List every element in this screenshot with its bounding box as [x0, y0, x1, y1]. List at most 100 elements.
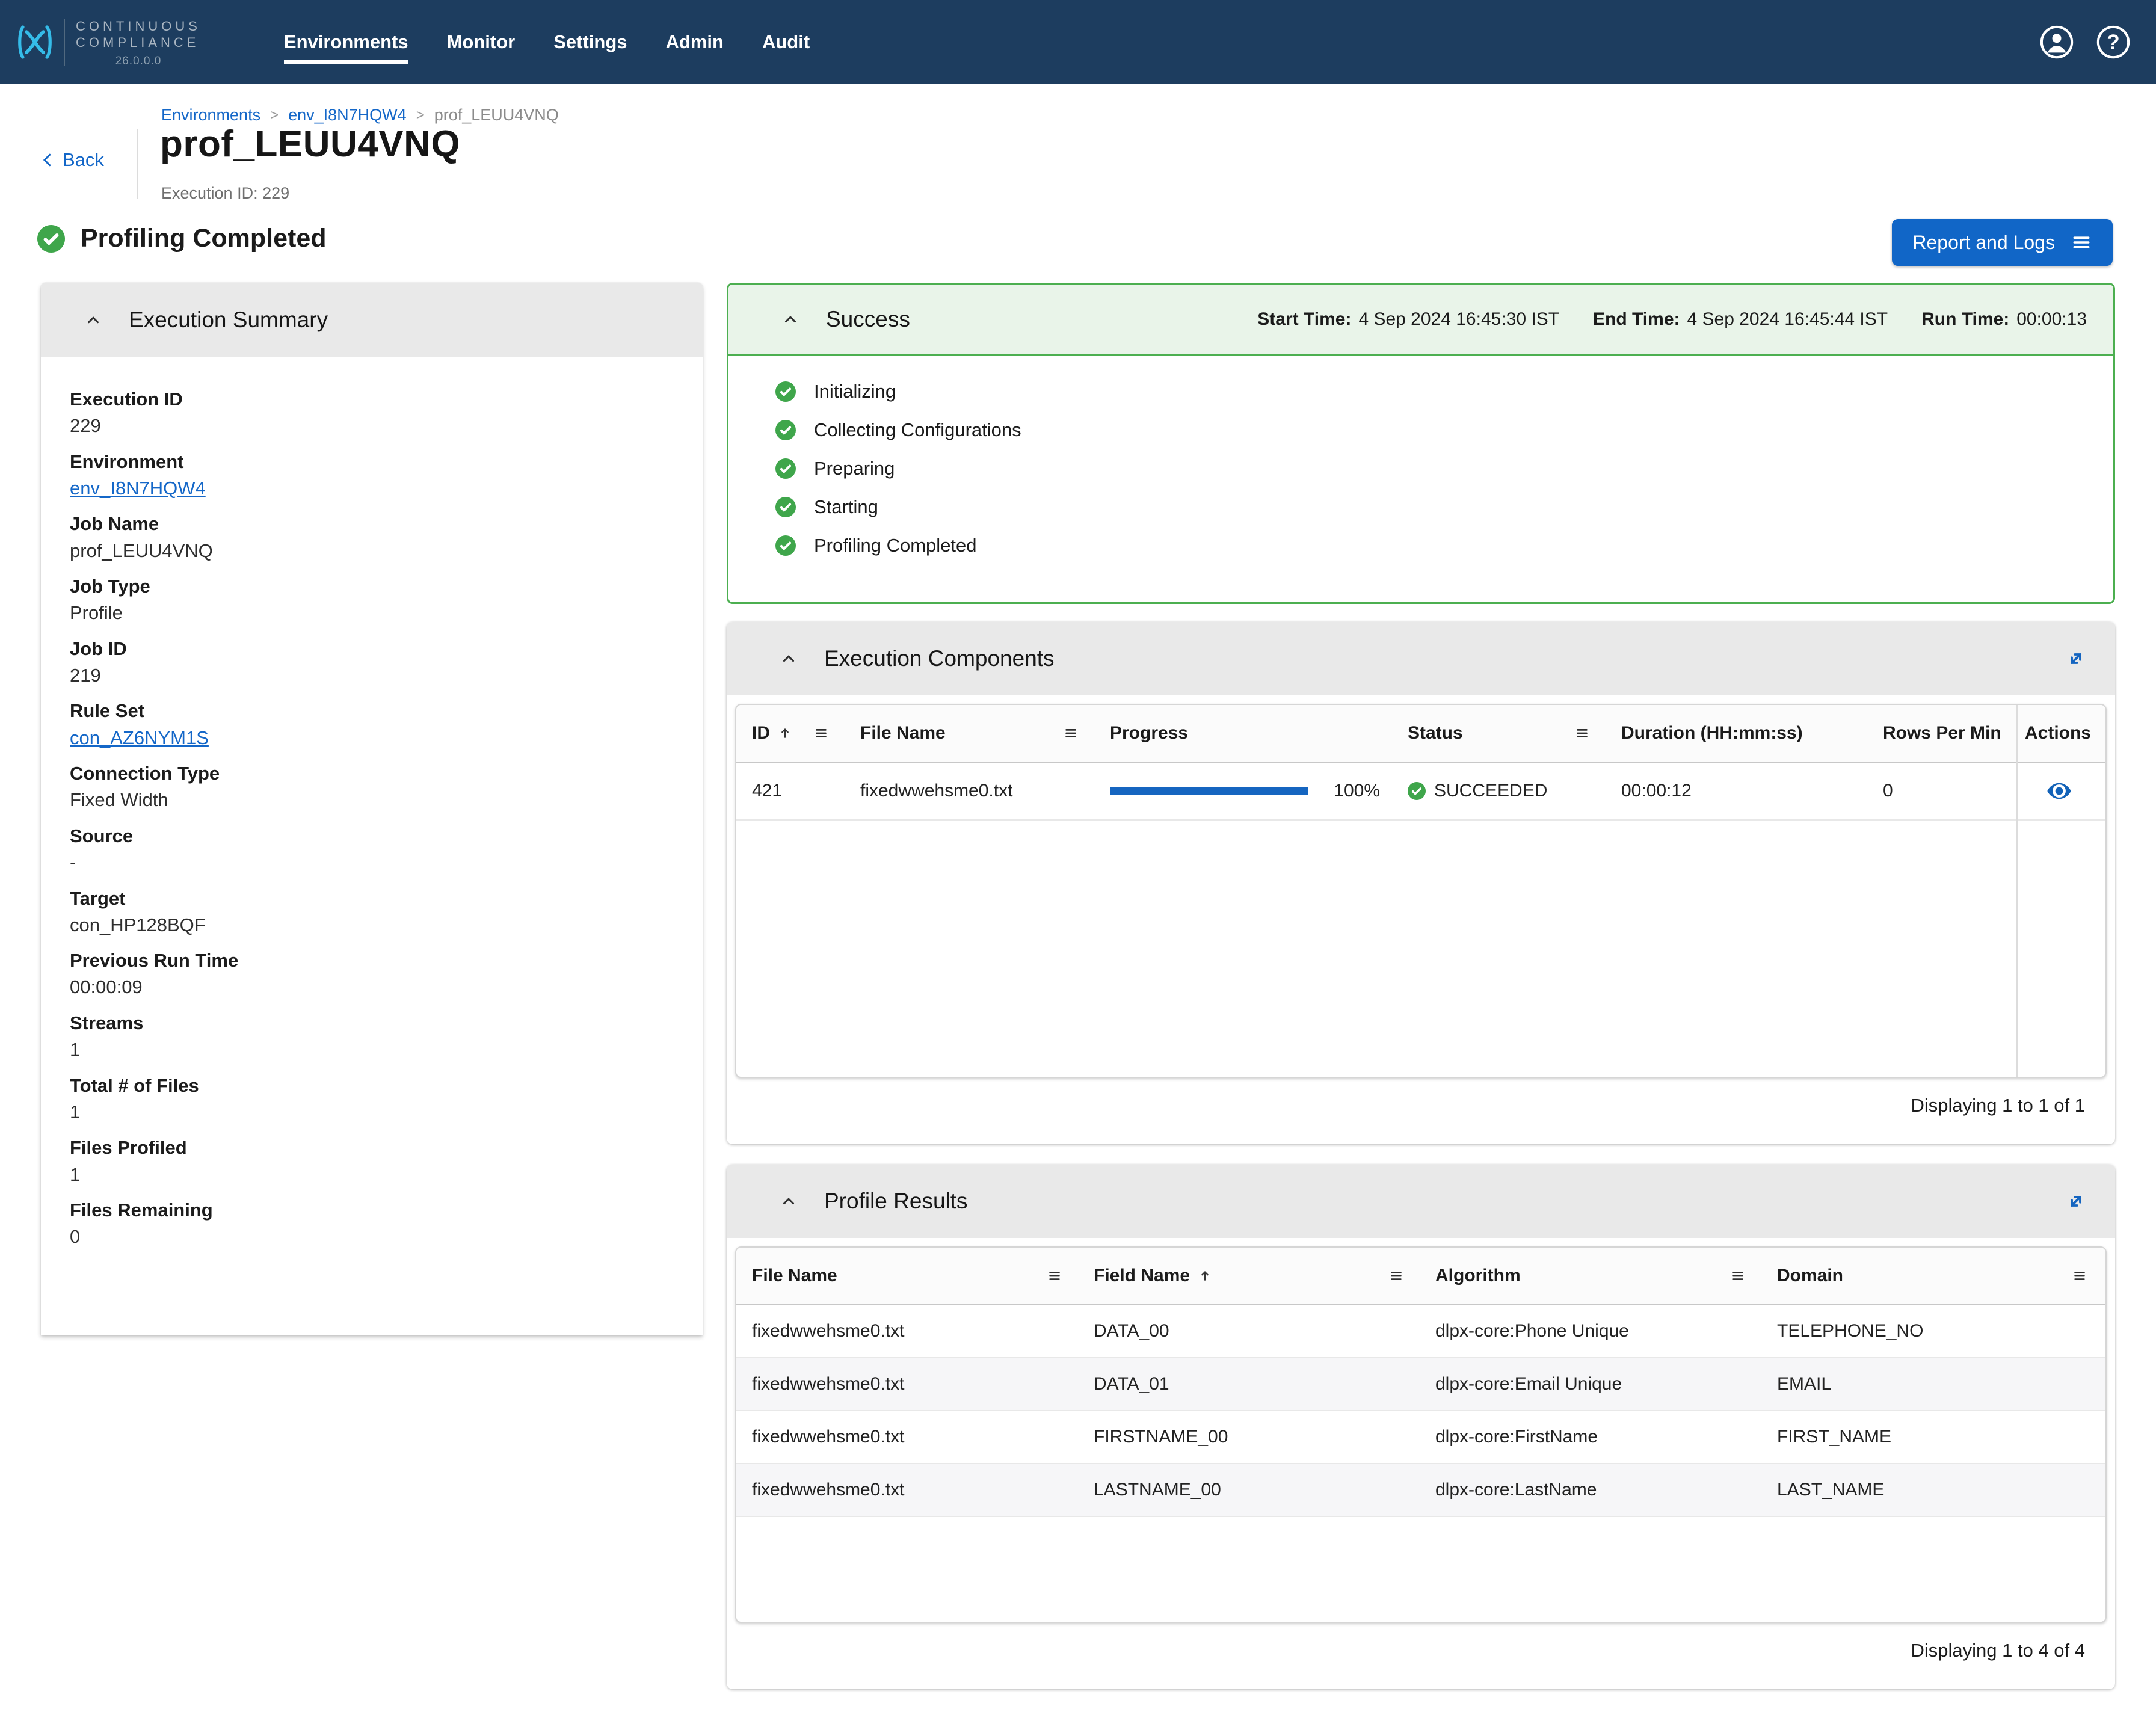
header-divider	[137, 129, 138, 199]
column-header-file-name[interactable]: File Name	[736, 1248, 1078, 1304]
step-profiling-completed: Profiling Completed	[728, 526, 2113, 565]
field-value: Profile	[70, 602, 123, 624]
job-status-text: Profiling Completed	[81, 224, 327, 253]
cell-duration: 00:00:12	[1621, 781, 1692, 801]
field-total-files: Total # of Files 1	[70, 1074, 674, 1125]
field-label: Source	[70, 825, 134, 846]
breadcrumb-current: prof_LEUU4VNQ	[434, 106, 559, 124]
table-row[interactable]: fixedwwehsme0.txt LASTNAME_00 dlpx-core:…	[736, 1464, 2105, 1517]
profile-results-body: File Name Field Name Algorithm Domain fi…	[727, 1238, 2115, 1689]
breadcrumb-environments[interactable]: Environments	[161, 106, 260, 125]
brand-version: 26.0.0.0	[115, 54, 162, 67]
step-label: Preparing	[814, 458, 895, 479]
column-menu-icon[interactable]	[1730, 1268, 1746, 1284]
profile-results-table: File Name Field Name Algorithm Domain fi…	[735, 1246, 2107, 1623]
column-menu-icon[interactable]	[813, 725, 829, 741]
table-row[interactable]: fixedwwehsme0.txt DATA_01 dlpx-core:Emai…	[736, 1358, 2105, 1411]
collapse-chevron-icon	[780, 650, 798, 668]
column-label: Actions	[2025, 723, 2092, 743]
field-files-remaining: Files Remaining 0	[70, 1198, 674, 1250]
field-label: Files Profiled	[70, 1137, 187, 1159]
profile-results-panel: Profile Results File Name Field Name Alg…	[727, 1165, 2115, 1689]
back-button[interactable]: Back	[38, 149, 104, 171]
sort-asc-icon	[777, 725, 793, 741]
column-header-duration[interactable]: Duration (HH:mm:ss)	[1606, 705, 1867, 762]
field-job-name: Job Name prof_LEUU4VNQ	[70, 512, 674, 564]
column-label: File Name	[752, 1266, 837, 1285]
field-streams: Streams 1	[70, 1011, 674, 1063]
field-value: 229	[70, 415, 101, 437]
execution-id-subtitle: Execution ID: 229	[161, 184, 290, 202]
back-label: Back	[63, 149, 104, 170]
brand-line-2: COMPLIANCE	[76, 34, 200, 50]
cell-file-name: fixedwwehsme0.txt	[752, 1321, 905, 1341]
cell-field-name: LASTNAME_00	[1094, 1480, 1221, 1500]
breadcrumb-separator: >	[270, 106, 279, 123]
environment-link[interactable]: env_I8N7HQW4	[70, 475, 674, 501]
column-menu-icon[interactable]	[1574, 725, 1590, 741]
expand-icon[interactable]	[2063, 646, 2089, 671]
column-menu-icon[interactable]	[1063, 725, 1079, 741]
cell-actions	[2015, 763, 2103, 819]
column-header-rows-per-min[interactable]: Rows Per Min	[1867, 705, 2015, 762]
nav-item-monitor[interactable]: Monitor	[447, 31, 516, 53]
execution-summary-fields: Execution ID 229 Environment env_I8N7HQW…	[41, 357, 703, 1250]
field-label: Job ID	[70, 638, 127, 659]
field-value: 00:00:09	[70, 976, 143, 998]
column-header-progress[interactable]: Progress	[1094, 705, 1392, 762]
breadcrumb-environment[interactable]: env_I8N7HQW4	[288, 106, 407, 125]
step-preparing: Preparing	[728, 449, 2113, 488]
column-header-domain[interactable]: Domain	[1761, 1248, 2103, 1304]
nav-item-environments[interactable]: Environments	[283, 31, 408, 64]
report-and-logs-button[interactable]: Report and Logs	[1892, 219, 2113, 266]
nav-item-admin[interactable]: Admin	[666, 31, 724, 53]
table-row[interactable]: fixedwwehsme0.txt FIRSTNAME_00 dlpx-core…	[736, 1411, 2105, 1464]
column-label: Progress	[1110, 723, 1189, 743]
field-label: Job Name	[70, 513, 159, 535]
column-header-status[interactable]: Status	[1392, 705, 1606, 762]
column-menu-icon[interactable]	[2072, 1268, 2087, 1284]
rule-set-link[interactable]: con_AZ6NYM1S	[70, 725, 674, 751]
cell-file-name: fixedwwehsme0.txt	[860, 781, 1013, 801]
svg-text:?: ?	[2107, 31, 2119, 54]
cell-algorithm: dlpx-core:LastName	[1435, 1480, 1597, 1500]
cell-id: 421	[752, 781, 783, 801]
cell-domain: FIRST_NAME	[1777, 1427, 1892, 1447]
cell-file-name: fixedwwehsme0.txt	[752, 1427, 905, 1447]
check-circle-icon	[775, 420, 796, 440]
table-row[interactable]: fixedwwehsme0.txt DATA_00 dlpx-core:Phon…	[736, 1305, 2105, 1358]
field-source: Source -	[70, 824, 674, 876]
execution-components-header[interactable]: Execution Components	[727, 622, 2115, 695]
nav-menu: Environments Monitor Settings Admin Audi…	[283, 31, 810, 64]
page-title: prof_LEUU4VNQ	[160, 123, 461, 165]
nav-item-settings[interactable]: Settings	[553, 31, 627, 53]
user-profile-icon[interactable]	[2039, 25, 2074, 60]
cell-field-name: FIRSTNAME_00	[1094, 1427, 1228, 1447]
column-header-field-name[interactable]: Field Name	[1078, 1248, 1420, 1304]
column-label: Status	[1408, 723, 1463, 743]
table-row[interactable]: 421 fixedwwehsme0.txt 100% SUCCEEDED 00:…	[736, 763, 2105, 821]
field-rule-set: Rule Set con_AZ6NYM1S	[70, 699, 674, 751]
execution-steps: Initializing Collecting Configurations P…	[728, 356, 2113, 602]
column-menu-icon[interactable]	[1388, 1268, 1404, 1284]
start-time-label: Start Time:	[1257, 309, 1352, 329]
column-header-algorithm[interactable]: Algorithm	[1420, 1248, 1761, 1304]
column-header-id[interactable]: ID	[736, 705, 845, 762]
column-header-file-name[interactable]: File Name	[845, 705, 1094, 762]
menu-icon	[2071, 232, 2092, 253]
field-label: Total # of Files	[70, 1074, 199, 1096]
column-menu-icon[interactable]	[1047, 1268, 1062, 1284]
nav-item-audit[interactable]: Audit	[762, 31, 810, 53]
execution-components-header-row: ID File Name Progress Status Duration (H…	[736, 705, 2105, 763]
profile-results-header[interactable]: Profile Results	[727, 1165, 2115, 1238]
expand-icon[interactable]	[2063, 1189, 2089, 1214]
success-panel-header[interactable]: Success Start Time: 4 Sep 2024 16:45:30 …	[728, 285, 2113, 356]
column-label: ID	[752, 723, 770, 743]
step-initializing: Initializing	[728, 372, 2113, 411]
view-details-eye-icon[interactable]	[2046, 778, 2072, 804]
help-icon[interactable]: ?	[2096, 25, 2131, 60]
cell-file-name: fixedwwehsme0.txt	[752, 1374, 905, 1394]
execution-summary-header[interactable]: Execution Summary	[41, 283, 703, 357]
field-value: 0	[70, 1226, 81, 1248]
sort-asc-icon	[1197, 1268, 1213, 1284]
